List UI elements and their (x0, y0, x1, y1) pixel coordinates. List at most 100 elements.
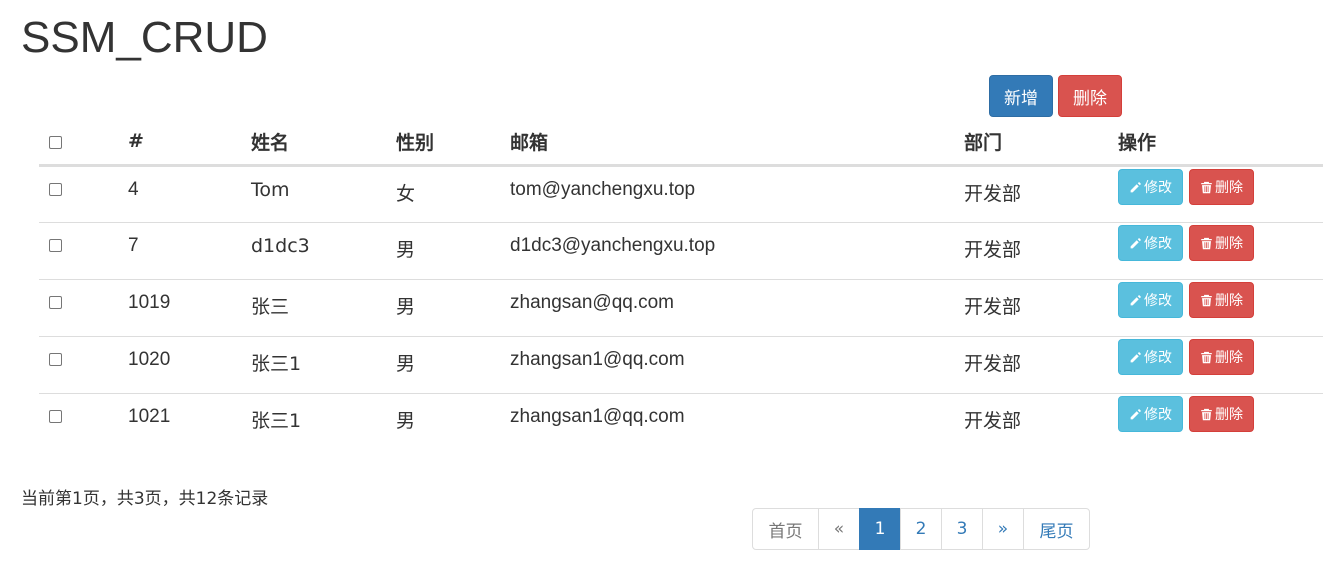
cell-gender: 男 (396, 222, 510, 280)
edit-button-label: 修改 (1144, 407, 1172, 423)
table-header-row: # 姓名 性别 邮箱 部门 操作 (39, 118, 1323, 167)
trash-icon (1200, 237, 1213, 250)
row-actions: 修改 删除 (1118, 396, 1323, 432)
cell-name: 张三1 (251, 393, 396, 451)
cell-email: zhangsan@qq.com (510, 279, 964, 337)
edit-button[interactable]: 修改 (1118, 225, 1183, 261)
delete-button-label: 删除 (1215, 350, 1243, 366)
cell-actions: 修改 删除 (1118, 279, 1323, 337)
cell-department: 开发部 (964, 183, 1022, 205)
trash-icon (1200, 181, 1213, 194)
row-select-cell (39, 279, 128, 337)
row-checkbox[interactable] (49, 183, 62, 196)
delete-button-label: 删除 (1215, 180, 1243, 196)
toolbar: 新增 删除 (989, 75, 1122, 117)
table-row: 7 d1dc3 男 d1dc3@yanchengxu.top 开发部 修改 删除 (39, 222, 1323, 280)
edit-button-label: 修改 (1144, 293, 1172, 309)
prev-page-link[interactable]: « (818, 508, 860, 550)
cell-name: Tom (251, 179, 290, 201)
edit-button-label: 修改 (1144, 350, 1172, 366)
edit-button-label: 修改 (1144, 236, 1172, 252)
pencil-icon (1129, 294, 1142, 307)
pencil-icon (1129, 408, 1142, 421)
edit-button[interactable]: 修改 (1118, 396, 1183, 432)
column-header-id: # (128, 118, 251, 167)
header-select-all (39, 118, 128, 167)
delete-button[interactable]: 删除 (1189, 169, 1254, 205)
delete-button-label: 删除 (1215, 236, 1243, 252)
delete-button[interactable]: 删除 (1189, 282, 1254, 318)
row-actions: 修改 删除 (1118, 282, 1323, 318)
row-checkbox[interactable] (49, 410, 62, 423)
row-actions: 修改 删除 (1118, 225, 1323, 261)
first-page-link[interactable]: 首页 (752, 508, 819, 550)
table-row: 4 Tom 女 tom@yanchengxu.top 开发部 修改 删除 (39, 166, 1323, 223)
last-page-link[interactable]: 尾页 (1023, 508, 1090, 550)
edit-button[interactable]: 修改 (1118, 169, 1183, 205)
delete-button-label: 删除 (1215, 293, 1243, 309)
edit-button[interactable]: 修改 (1118, 339, 1183, 375)
row-select-cell (39, 336, 128, 394)
cell-email: zhangsan1@qq.com (510, 336, 964, 394)
table-row: 1021 张三1 男 zhangsan1@qq.com 开发部 修改 删除 (39, 393, 1323, 451)
pencil-icon (1129, 351, 1142, 364)
column-header-email: 邮箱 (510, 118, 964, 167)
cell-gender: 男 (396, 393, 510, 451)
cell-department: 开发部 (964, 336, 1118, 394)
pencil-icon (1129, 181, 1142, 194)
table-row: 1020 张三1 男 zhangsan1@qq.com 开发部 修改 删除 (39, 336, 1323, 394)
cell-actions: 修改 删除 (1118, 393, 1323, 451)
page-link-1[interactable]: 1 (859, 508, 901, 550)
table-body: 4 Tom 女 tom@yanchengxu.top 开发部 修改 删除 7 d1dc3 男 d1d… (39, 166, 1323, 451)
delete-button[interactable]: 删除 (1189, 339, 1254, 375)
cell-email: zhangsan1@qq.com (510, 393, 964, 451)
row-checkbox[interactable] (49, 296, 62, 309)
cell-email: tom@yanchengxu.top (510, 179, 696, 200)
cell-id: 1020 (128, 336, 251, 394)
row-select-cell (39, 166, 128, 223)
cell-id: 1019 (128, 279, 251, 337)
trash-icon (1200, 351, 1213, 364)
cell-id: 4 (128, 179, 139, 200)
delete-button[interactable]: 删除 (1189, 225, 1254, 261)
cell-name: d1dc3 (251, 222, 396, 280)
pencil-icon (1129, 237, 1142, 250)
edit-button-label: 修改 (1144, 180, 1172, 196)
cell-gender: 男 (396, 336, 510, 394)
page-link-3[interactable]: 3 (941, 508, 983, 550)
row-actions: 修改 删除 (1118, 169, 1323, 205)
delete-button[interactable]: 删除 (1189, 396, 1254, 432)
delete-button-label: 删除 (1215, 407, 1243, 423)
row-checkbox[interactable] (49, 239, 62, 252)
cell-department: 开发部 (964, 279, 1118, 337)
column-header-gender: 性别 (396, 118, 510, 167)
cell-department: 开发部 (964, 222, 1118, 280)
cell-gender: 男 (396, 279, 510, 337)
cell-id: 7 (128, 222, 251, 280)
cell-name: 张三1 (251, 336, 396, 394)
select-all-checkbox[interactable] (49, 136, 62, 149)
pagination: 首页 « 1 2 3 » 尾页 (752, 508, 1090, 550)
page: SSM_CRUD 新增 删除 # 姓名 性别 邮箱 部门 操作 4 Tom 女 tom… (0, 0, 1323, 574)
trash-icon (1200, 294, 1213, 307)
next-page-link[interactable]: » (982, 508, 1024, 550)
column-header-actions: 操作 (1118, 118, 1323, 167)
column-header-name: 姓名 (251, 118, 396, 167)
cell-id: 1021 (128, 393, 251, 451)
row-select-cell (39, 222, 128, 280)
cell-name: 张三 (251, 279, 396, 337)
row-checkbox[interactable] (49, 353, 62, 366)
cell-actions: 修改 删除 (1118, 222, 1323, 280)
row-select-cell (39, 393, 128, 451)
row-actions: 修改 删除 (1118, 339, 1323, 375)
edit-button[interactable]: 修改 (1118, 282, 1183, 318)
cell-department: 开发部 (964, 393, 1118, 451)
cell-actions: 修改 删除 (1118, 336, 1323, 394)
cell-gender: 女 (396, 183, 416, 205)
trash-icon (1200, 408, 1213, 421)
page-title: SSM_CRUD (21, 13, 268, 62)
page-info: 当前第1页，共3页，共12条记录 (21, 489, 269, 509)
page-link-2[interactable]: 2 (900, 508, 942, 550)
add-button[interactable]: 新增 (989, 75, 1053, 117)
delete-all-button[interactable]: 删除 (1058, 75, 1122, 117)
